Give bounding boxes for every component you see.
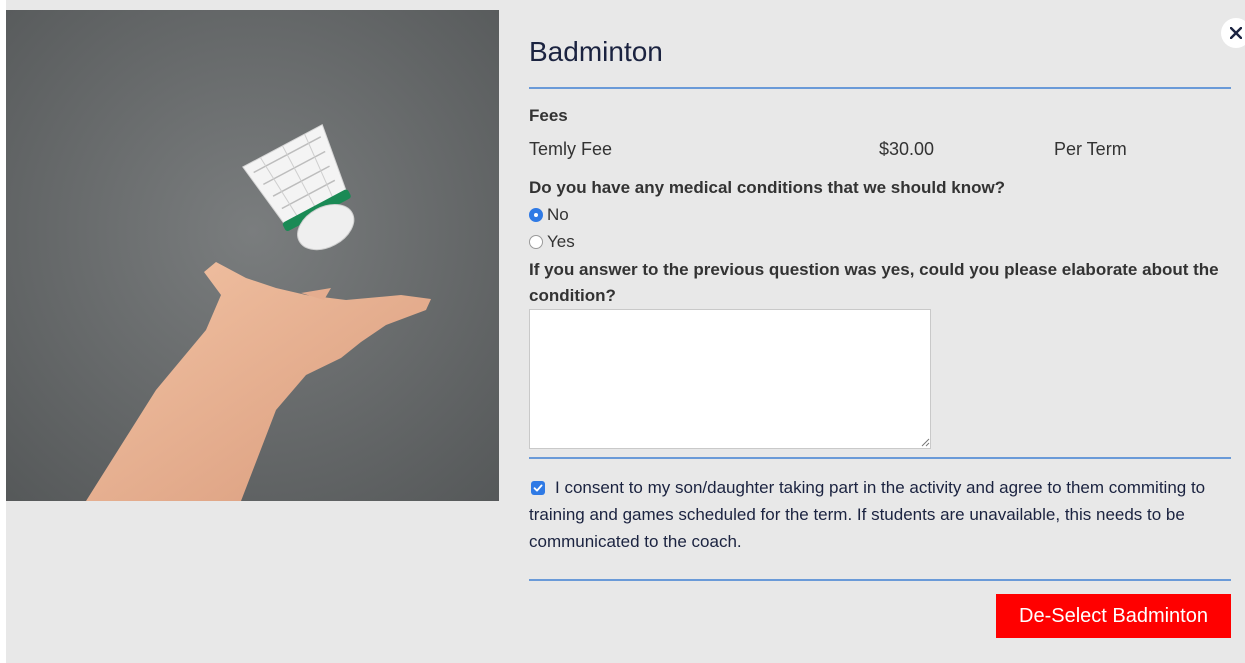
- radio-no[interactable]: [529, 208, 543, 222]
- radio-no-label: No: [547, 205, 569, 224]
- radio-option-yes[interactable]: Yes: [529, 231, 575, 253]
- fee-period: Per Term: [1054, 139, 1127, 159]
- badminton-photo: [6, 10, 499, 501]
- deselect-activity-button[interactable]: De-Select Badminton: [996, 594, 1231, 638]
- footer-divider: [529, 579, 1231, 581]
- activity-title: Badminton: [529, 36, 663, 67]
- activity-details: Badminton Fees Temly Fee $30.00 Per Term…: [529, 0, 1231, 663]
- consent-checkbox[interactable]: [531, 481, 545, 495]
- medical-question: Do you have any medical conditions that …: [529, 178, 1006, 197]
- resize-grip-icon[interactable]: [921, 438, 930, 447]
- consent-text: I consent to my son/daughter taking part…: [529, 478, 1206, 551]
- close-icon: [1230, 27, 1242, 39]
- elaborate-question: If you answer to the previous question w…: [529, 260, 1219, 305]
- fee-amount: $30.00: [879, 139, 935, 159]
- radio-yes[interactable]: [529, 235, 543, 249]
- title-divider: [529, 87, 1231, 89]
- consent-divider: [529, 457, 1231, 459]
- radio-option-no[interactable]: No: [529, 204, 569, 226]
- condition-textarea[interactable]: [529, 309, 931, 449]
- fee-name: Temly Fee: [529, 139, 613, 159]
- radio-yes-label: Yes: [547, 232, 575, 251]
- checkmark-icon: [533, 484, 543, 492]
- fees-heading: Fees: [529, 106, 568, 125]
